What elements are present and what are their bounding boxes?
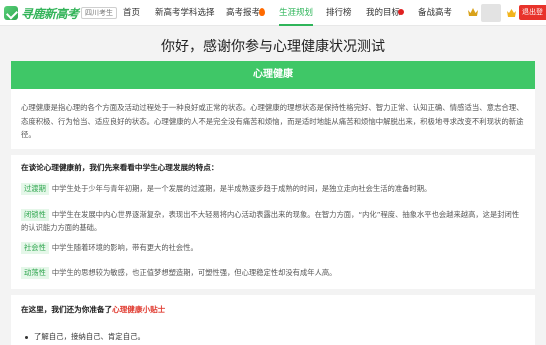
section-divider bbox=[11, 149, 535, 155]
tip-list-item: 了解自己，接纳自己、肯定自己。 bbox=[25, 331, 145, 342]
nav-subject-selection[interactable]: 新高考学科选择 bbox=[155, 0, 215, 26]
trait-item: 过渡期 中学生处于少年与青年初期，是一个发展的过渡期，是半成熟逐步趋于成熟的时间，… bbox=[21, 182, 525, 195]
trait-text: 中学生在发展中内心世界逐渐复杂，表现出不大轻易将内心活动表露出来的现象。在智力方… bbox=[21, 210, 520, 232]
trait-item: 动荡性 中学生的思想较为敏感，也正值梦想塑造期，可塑性强，但心理稳定性却没有成年人… bbox=[21, 266, 525, 279]
trait-text: 中学生的思想较为敏感，也正值梦想塑造期，可塑性强，但心理稳定性却没有成年人高。 bbox=[51, 268, 337, 277]
logout-button[interactable]: 退出登 bbox=[519, 5, 546, 20]
intro-paragraph: 心理健康是指心理的各个方面及活动过程处于一种良好或正常的状态。心理健康的理想状态… bbox=[21, 103, 524, 139]
region-selector[interactable]: 四川考生 bbox=[81, 7, 117, 19]
notification-dot-icon bbox=[398, 9, 404, 15]
trait-tag: 动荡性 bbox=[21, 267, 49, 279]
nav-ranking[interactable]: 排行榜 bbox=[326, 0, 352, 26]
nav-home[interactable]: 首页 bbox=[123, 0, 140, 26]
tips-title: 在这里，我们还为你准备了心理健康小贴士 bbox=[21, 304, 165, 315]
trait-tag: 闭锁性 bbox=[21, 209, 49, 221]
crown-icon bbox=[468, 8, 478, 16]
site-logo[interactable]: 寻鹿新高考 bbox=[4, 5, 79, 21]
trait-tag: 社会性 bbox=[21, 242, 49, 254]
logo-text: 寻鹿新高考 bbox=[21, 6, 79, 21]
trait-text: 中学生随着环境的影响，带有更大的社会性。 bbox=[51, 243, 198, 252]
vip-badge-icon bbox=[507, 9, 516, 17]
trait-item: 闭锁性 中学生在发展中内心世界逐渐复杂，表现出不大轻易将内心活动表露出来的现象。在… bbox=[21, 208, 525, 234]
user-avatar[interactable] bbox=[481, 4, 501, 22]
nav-application[interactable]: 高考报考 bbox=[226, 0, 260, 26]
trait-item: 社会性 中学生随着环境的影响，带有更大的社会性。 bbox=[21, 241, 525, 254]
content-card: 心理健康 心理健康是指心理的各个方面及活动过程处于一种良好或正常的状态。心理健康… bbox=[11, 61, 535, 345]
bullet-icon bbox=[25, 335, 28, 339]
deer-logo-icon bbox=[4, 6, 18, 20]
section-divider bbox=[11, 289, 535, 295]
nav-my-goal[interactable]: 我的目标 bbox=[366, 0, 400, 26]
page-title: 你好，感谢你参与心理健康状况测试 bbox=[161, 39, 385, 55]
nav-career-planning[interactable]: 生涯规划 bbox=[279, 0, 314, 26]
trait-text: 中学生处于少年与青年初期，是一个发展的过渡期，是半成熟逐步趋于成熟的时间，是独立… bbox=[51, 184, 432, 193]
trait-tag: 过渡期 bbox=[21, 183, 49, 195]
tips-link[interactable]: 心理健康小贴士 bbox=[112, 305, 165, 314]
tips-prefix: 在这里，我们还为你准备了 bbox=[21, 305, 113, 314]
tip-text: 了解自己，接纳自己、肯定自己。 bbox=[34, 332, 145, 341]
nav-exam-prep[interactable]: 备战高考 bbox=[418, 0, 452, 26]
card-header: 心理健康 bbox=[11, 61, 535, 89]
traits-title: 在谈论心理健康前，我们先来看看中学生心理发展的特点： bbox=[21, 163, 219, 172]
top-navbar: 寻鹿新高考 四川考生 首页 新高考学科选择 高考报考 生涯规划 排行榜 我的目标… bbox=[0, 0, 546, 26]
hot-icon bbox=[259, 8, 265, 16]
